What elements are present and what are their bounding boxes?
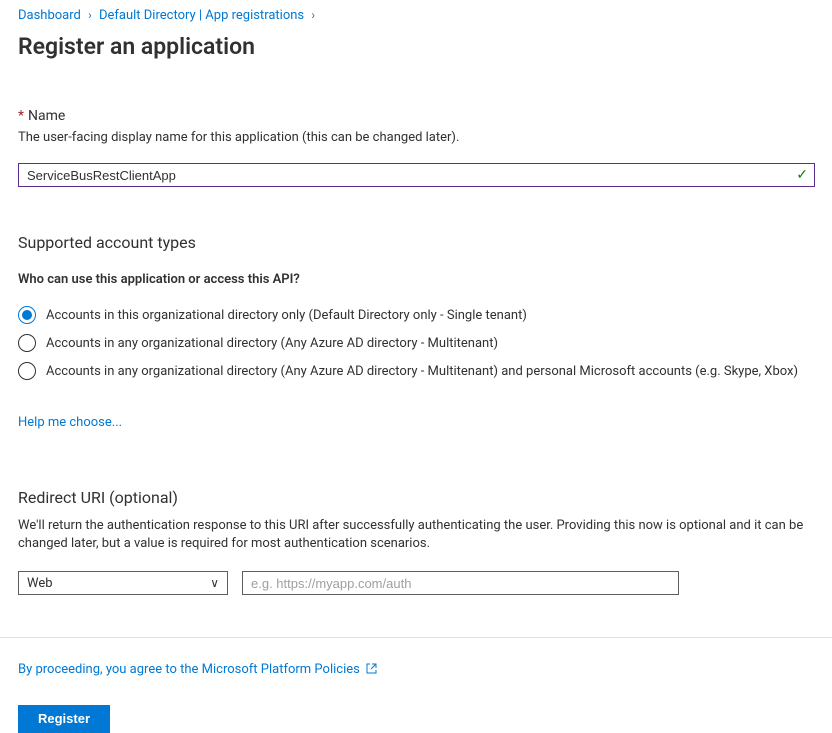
account-types-title: Supported account types	[18, 233, 814, 252]
app-name-input[interactable]	[19, 164, 796, 186]
account-types-question: Who can use this application or access t…	[18, 272, 814, 287]
platform-policies-link[interactable]: By proceeding, you agree to the Microsof…	[18, 662, 377, 677]
breadcrumb-dashboard[interactable]: Dashboard	[18, 8, 81, 23]
radio-icon	[18, 334, 36, 352]
radio-label: Accounts in any organizational directory…	[46, 336, 498, 351]
radio-label: Accounts in any organizational directory…	[46, 364, 798, 379]
platform-selected-value: Web	[27, 576, 210, 591]
check-icon: ✓	[796, 167, 808, 183]
page-title: Register an application	[0, 27, 832, 60]
redirect-uri-title: Redirect URI (optional)	[18, 488, 814, 507]
chevron-right-icon: ›	[84, 8, 96, 22]
radio-label: Accounts in this organizational director…	[46, 308, 527, 323]
platform-select[interactable]: Web ∨	[18, 571, 228, 595]
breadcrumb: Dashboard › Default Directory | App regi…	[0, 0, 832, 27]
account-type-option-multitenant-personal[interactable]: Accounts in any organizational directory…	[18, 357, 814, 385]
name-help-text: The user-facing display name for this ap…	[18, 130, 814, 145]
redirect-uri-input[interactable]	[242, 571, 679, 595]
account-type-option-single-tenant[interactable]: Accounts in this organizational director…	[18, 301, 814, 329]
account-type-option-multitenant[interactable]: Accounts in any organizational directory…	[18, 329, 814, 357]
external-link-icon	[366, 663, 377, 677]
required-star-icon: *	[18, 108, 24, 124]
register-button[interactable]: Register	[18, 705, 110, 733]
name-input-wrap: ✓	[18, 163, 815, 187]
name-label: *Name	[18, 108, 814, 124]
radio-icon	[18, 306, 36, 324]
chevron-right-icon: ›	[307, 8, 319, 22]
breadcrumb-app-registrations[interactable]: Default Directory | App registrations	[99, 8, 304, 23]
redirect-uri-help: We'll return the authentication response…	[18, 517, 814, 553]
help-me-choose-link[interactable]: Help me choose...	[18, 415, 122, 430]
chevron-down-icon: ∨	[210, 576, 219, 590]
radio-icon	[18, 362, 36, 380]
